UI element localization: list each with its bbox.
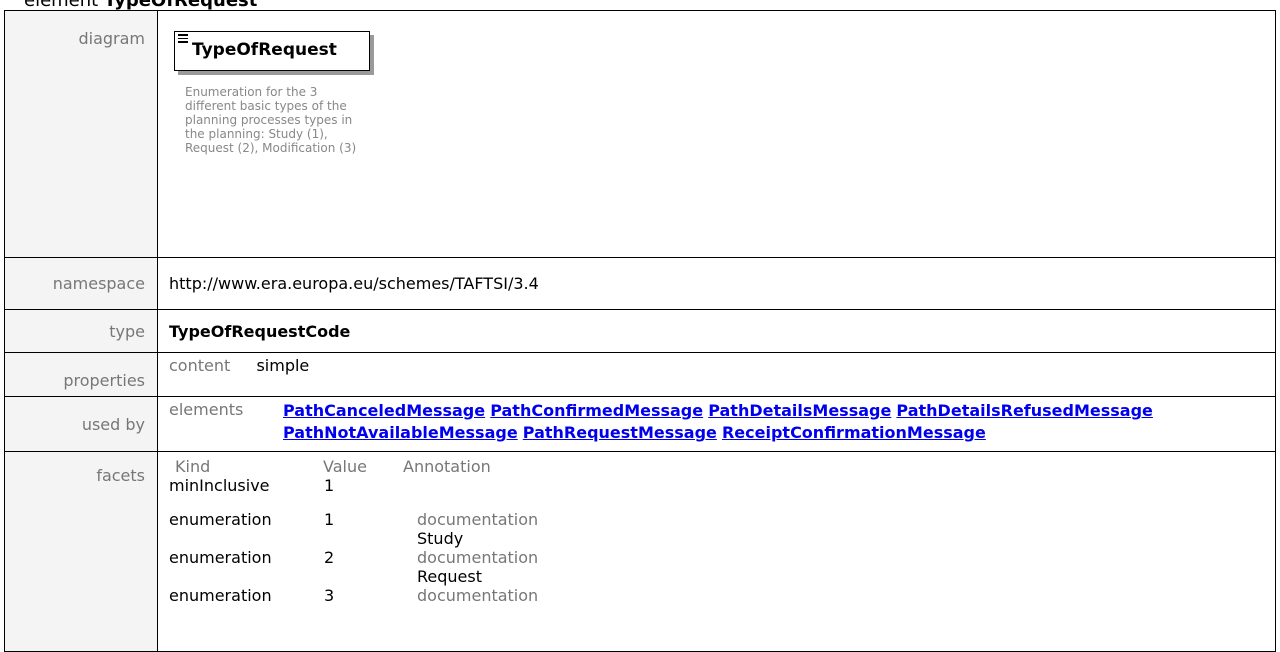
facet-row: enumeration 1 documentation Study xyxy=(169,510,538,548)
used-by-cell: elements PathCanceledMessage PathConfirm… xyxy=(157,396,1276,452)
facet-row: enumeration 3 documentation xyxy=(169,586,538,605)
properties-value: simple xyxy=(256,356,310,375)
facet-annotation: documentation xyxy=(403,586,538,605)
facet-annotation: documentation Request xyxy=(403,548,538,586)
facets-header-kind: Kind xyxy=(175,457,211,476)
diagram-doc-line: Request (2), Modification (3) xyxy=(185,141,357,155)
properties-row: properties content simple xyxy=(4,352,1276,397)
used-by-link-path-confirmed-message[interactable]: PathConfirmedMessage xyxy=(490,401,703,420)
namespace-value: http://www.era.europa.eu/schemes/TAFTSI/… xyxy=(157,257,1276,310)
diagram-label: diagram xyxy=(4,10,158,258)
used-by-link-path-details-message[interactable]: PathDetailsMessage xyxy=(708,401,891,420)
diagram-documentation: Enumeration for the 3 different basic typ… xyxy=(185,85,435,155)
namespace-label: namespace xyxy=(4,257,158,310)
facet-doc-label: documentation xyxy=(417,548,539,567)
facets-cell: Kind Value Annotation minInclusive 1 enu… xyxy=(157,451,1276,652)
used-by-link-path-canceled-message[interactable]: PathCanceledMessage xyxy=(283,401,485,420)
used-by-key: elements xyxy=(169,400,244,419)
element-diagram-box[interactable]: TypeOfRequest xyxy=(174,31,370,71)
properties-cell: content simple xyxy=(157,352,1276,397)
enumeration-icon xyxy=(178,34,188,45)
facet-kind: minInclusive xyxy=(169,476,270,495)
properties-key: content xyxy=(169,356,231,375)
facet-annotation: documentation Study xyxy=(403,510,538,548)
diagram-doc-line: planning processes types in xyxy=(185,113,353,127)
facets-header-value: Value xyxy=(323,457,367,476)
diagram-doc-line: different basic types of the xyxy=(185,99,347,113)
facet-annotation xyxy=(403,476,538,510)
used-by-link-path-not-available-message[interactable]: PathNotAvailableMessage xyxy=(283,423,518,442)
type-value: TypeOfRequestCode xyxy=(157,309,1276,353)
properties-label: properties xyxy=(4,352,158,397)
facet-row: enumeration 2 documentation Request xyxy=(169,548,538,586)
namespace-row: namespace http://www.era.europa.eu/schem… xyxy=(4,257,1276,310)
facet-kind: enumeration xyxy=(169,586,272,605)
facet-doc-text: Request xyxy=(417,567,482,586)
facet-value: 1 xyxy=(324,476,335,495)
used-by-link-path-request-message[interactable]: PathRequestMessage xyxy=(523,423,717,442)
facets-row: facets Kind Value Annotation minInclusiv… xyxy=(4,451,1276,652)
facet-kind: enumeration xyxy=(169,548,272,567)
facet-value: 2 xyxy=(324,548,335,567)
used-by-link-path-details-refused-message[interactable]: PathDetailsRefusedMessage xyxy=(896,401,1152,420)
used-by-link-receipt-confirmation-message[interactable]: ReceiptConfirmationMessage xyxy=(722,423,986,442)
facet-doc-text: Study xyxy=(417,529,464,548)
diagram-doc-line: the planning: Study (1), xyxy=(185,127,328,141)
facet-value: 3 xyxy=(324,586,335,605)
facet-doc-label: documentation xyxy=(417,586,539,605)
type-row: type TypeOfRequestCode xyxy=(4,309,1276,353)
used-by-label: used by xyxy=(4,396,158,452)
diagram-doc-line: Enumeration for the 3 xyxy=(185,85,318,99)
facet-row: minInclusive 1 xyxy=(169,476,538,510)
used-by-row: used by elements PathCanceledMessage Pat… xyxy=(4,396,1276,452)
facets-table: Kind Value Annotation minInclusive 1 enu… xyxy=(169,457,538,605)
facets-label: facets xyxy=(4,451,158,652)
used-by-links: PathCanceledMessage PathConfirmedMessage… xyxy=(283,400,1263,444)
facets-header-annotation: Annotation xyxy=(403,457,491,476)
facet-doc-label: documentation xyxy=(417,510,539,529)
type-label: type xyxy=(4,309,158,353)
facets-header-row: Kind Value Annotation xyxy=(169,457,538,476)
diagram-element-name: TypeOfRequest xyxy=(192,40,337,60)
facet-value: 1 xyxy=(324,510,335,529)
facet-kind: enumeration xyxy=(169,510,272,529)
